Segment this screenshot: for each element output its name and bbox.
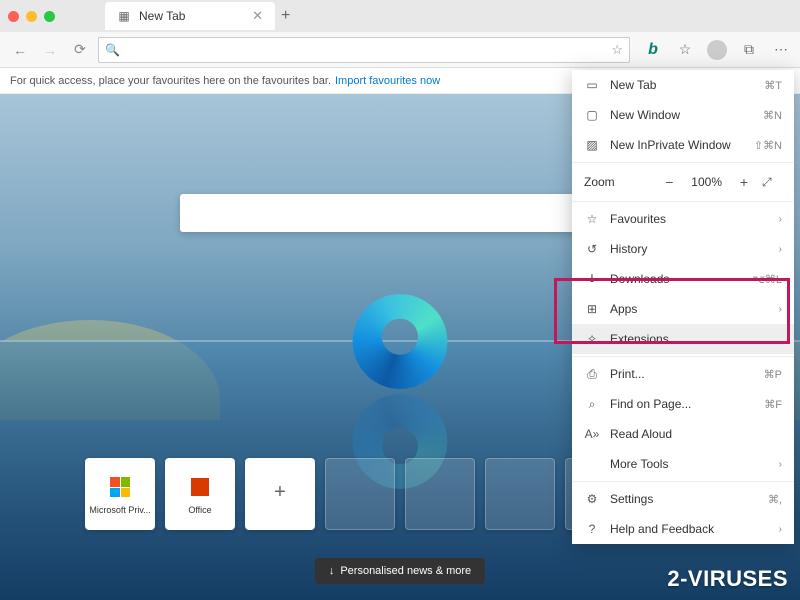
help-icon: ? <box>584 522 600 536</box>
minimize-window-button[interactable] <box>26 11 37 22</box>
tile-empty[interactable] <box>485 458 555 530</box>
menu-help[interactable]: ? Help and Feedback › <box>572 514 794 544</box>
gear-icon: ⚙ <box>584 492 600 506</box>
tab-title: New Tab <box>139 9 185 23</box>
avatar <box>707 40 727 60</box>
chevron-right-icon: › <box>779 214 782 225</box>
search-input[interactable] <box>190 205 590 221</box>
collections-icon[interactable]: ⧉ <box>738 39 760 61</box>
address-input[interactable] <box>126 42 611 57</box>
zoom-out-button[interactable]: − <box>657 174 681 190</box>
toolbar-right: b ☆ ⧉ ⋯ <box>636 39 792 61</box>
traffic-lights <box>8 11 55 22</box>
tile-label: Microsoft Priv... <box>89 505 151 515</box>
menu-favourites[interactable]: ☆ Favourites › <box>572 204 794 234</box>
tile-label: Office <box>169 505 231 515</box>
print-icon: ⎙ <box>584 367 600 382</box>
menu-more-tools[interactable]: More Tools › <box>572 449 794 479</box>
back-button[interactable]: ← <box>8 38 32 62</box>
fullscreen-icon[interactable]: ⤢ <box>762 175 782 190</box>
news-label: Personalised news & more <box>340 565 471 577</box>
read-aloud-icon: A» <box>584 427 600 441</box>
find-icon: ⌕ <box>584 397 600 412</box>
tile-office[interactable]: Office <box>165 458 235 530</box>
bing-icon[interactable]: b <box>642 39 664 61</box>
menu-history[interactable]: ↺ History › <box>572 234 794 264</box>
settings-menu: ▭ New Tab ⌘T ▢ New Window ⌘N ▨ New InPri… <box>572 70 794 544</box>
watermark: 2-VIRUSES <box>667 566 788 592</box>
window-icon: ▭ <box>584 78 600 92</box>
menu-print[interactable]: ⎙ Print... ⌘P <box>572 359 794 389</box>
chevron-right-icon: › <box>779 244 782 255</box>
chevron-right-icon: › <box>779 524 782 535</box>
history-icon: ↺ <box>584 242 600 256</box>
window-titlebar: ▦ New Tab ✕ + <box>0 0 800 32</box>
edge-logo <box>353 294 448 389</box>
forward-button[interactable]: → <box>38 38 62 62</box>
favourites-icon[interactable]: ☆ <box>674 39 696 61</box>
tile-microsoft[interactable]: Microsoft Priv... <box>85 458 155 530</box>
zoom-value: 100% <box>687 175 726 189</box>
browser-toolbar: ← → ⟳ 🔍 ☆ b ☆ ⧉ ⋯ <box>0 32 800 68</box>
favourite-star-icon[interactable]: ☆ <box>611 42 623 58</box>
tab-page-icon: ▦ <box>117 9 131 23</box>
window-icon: ▢ <box>584 108 600 122</box>
inprivate-icon: ▨ <box>584 138 600 152</box>
profile-button[interactable] <box>706 39 728 61</box>
menu-settings[interactable]: ⚙ Settings ⌘, <box>572 484 794 514</box>
new-tab-button[interactable]: + <box>281 7 290 25</box>
chevron-down-icon: ↓ <box>329 565 335 577</box>
close-window-button[interactable] <box>8 11 19 22</box>
apps-icon: ⊞ <box>584 302 600 316</box>
refresh-button[interactable]: ⟳ <box>68 38 92 62</box>
extensions-icon: ✧ <box>584 332 600 346</box>
star-icon: ☆ <box>584 212 600 226</box>
close-tab-icon[interactable]: ✕ <box>252 8 263 24</box>
menu-find[interactable]: ⌕ Find on Page... ⌘F <box>572 389 794 419</box>
office-icon <box>186 473 214 501</box>
favourites-bar-text: For quick access, place your favourites … <box>10 75 331 87</box>
maximize-window-button[interactable] <box>44 11 55 22</box>
chevron-right-icon: › <box>779 459 782 470</box>
chevron-right-icon: › <box>779 304 782 315</box>
menu-zoom: Zoom − 100% + ⤢ <box>572 165 794 199</box>
menu-new-inprivate[interactable]: ▨ New InPrivate Window ⇧⌘N <box>572 130 794 160</box>
address-bar[interactable]: 🔍 ☆ <box>98 37 630 63</box>
download-icon: ⭳ <box>584 269 600 290</box>
more-menu-button[interactable]: ⋯ <box>770 39 792 61</box>
menu-extensions[interactable]: ✧ Extensions <box>572 324 794 354</box>
zoom-in-button[interactable]: + <box>732 174 756 190</box>
news-toggle[interactable]: ↓ Personalised news & more <box>315 558 485 584</box>
tile-empty[interactable] <box>325 458 395 530</box>
microsoft-icon <box>106 473 134 501</box>
menu-read-aloud[interactable]: A» Read Aloud <box>572 419 794 449</box>
search-icon: 🔍 <box>105 43 120 57</box>
menu-apps[interactable]: ⊞ Apps › <box>572 294 794 324</box>
tile-empty[interactable] <box>405 458 475 530</box>
plus-icon: + <box>266 478 294 506</box>
tile-add[interactable]: + <box>245 458 315 530</box>
browser-tab[interactable]: ▦ New Tab ✕ <box>105 2 275 30</box>
menu-downloads[interactable]: ⭳ Downloads ⌥⌘L <box>572 264 794 294</box>
new-tab-search[interactable]: 🔍 <box>180 194 620 232</box>
import-favourites-link[interactable]: Import favourites now <box>335 75 440 87</box>
menu-new-tab[interactable]: ▭ New Tab ⌘T <box>572 70 794 100</box>
menu-new-window[interactable]: ▢ New Window ⌘N <box>572 100 794 130</box>
